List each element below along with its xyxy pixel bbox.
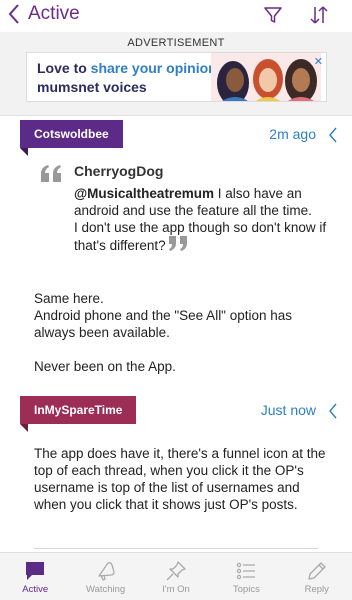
ad-banner[interactable]: Love to share your opinion? mumsnet voic…: [26, 52, 327, 102]
advertisement-label: ADVERTISEMENT: [127, 37, 225, 49]
username-tag[interactable]: Cotswoldbee: [20, 120, 123, 156]
pencil-icon: [308, 562, 326, 580]
advertisement-area: ADVERTISEMENT Love to share your opinion…: [0, 32, 352, 116]
post-body: Same here. Android phone and the "See Al…: [34, 290, 334, 375]
ad-headline: Love to share your opinion?: [37, 60, 225, 76]
chevron-left-icon[interactable]: [328, 126, 338, 144]
post-body-line: The app does have it, there's a funnel i…: [34, 446, 326, 512]
post-body-line: Android phone and the "See All" option h…: [34, 308, 293, 340]
tab-label: Active: [22, 584, 49, 595]
post-timestamp: 2m ago: [269, 126, 316, 142]
ad-illustration-women: [211, 53, 321, 101]
megaphone-icon: [97, 562, 115, 581]
quote-body: @Musicaltheatremum I also have an androi…: [74, 185, 334, 254]
post-body-line: Same here.: [34, 291, 104, 306]
divider: [34, 548, 318, 549]
back-label: Active: [28, 3, 80, 24]
filter-funnel-icon[interactable]: [263, 5, 283, 25]
ad-brand: mumsnet voices: [37, 79, 147, 95]
tab-topics[interactable]: Topics: [211, 553, 281, 600]
ad-headline-highlight: share your opinion?: [90, 60, 226, 76]
post-body-line: Never been on the App.: [34, 359, 176, 374]
chevron-left-icon: [8, 4, 19, 24]
open-quote-icon: [41, 165, 61, 182]
tab-active[interactable]: Active: [0, 553, 70, 600]
tab-label: Watching: [85, 584, 126, 595]
post-timestamp: Just now: [260, 402, 316, 418]
quote-text-line2: I don't use the app though so don't know…: [74, 220, 327, 253]
chat-icon: [26, 562, 45, 580]
quote-author: CherryogDog: [74, 163, 164, 179]
back-button[interactable]: Active: [8, 2, 80, 26]
username-tag[interactable]: InMySpareTime: [20, 396, 137, 432]
chevron-left-icon[interactable]: [328, 402, 338, 420]
post-body: The app does have it, there's a funnel i…: [34, 445, 334, 513]
pin-icon: [166, 561, 186, 581]
tab-reply[interactable]: Reply: [282, 553, 352, 600]
post-header: Cotswoldbee 2m ago: [0, 120, 352, 156]
post-body-spacer: [34, 341, 334, 358]
list-icon: [237, 562, 256, 580]
sort-arrows-icon[interactable]: [308, 4, 330, 26]
close-quote-icon: [168, 236, 187, 251]
ad-headline-prefix: Love to: [37, 60, 91, 76]
quote-mention[interactable]: @Musicaltheatremum: [74, 186, 214, 201]
tab-im-on[interactable]: I'm On: [141, 553, 211, 600]
tab-label: I'm On: [162, 584, 190, 595]
ad-close-icon[interactable]: ✕: [314, 55, 323, 68]
post-header: InMySpareTime Just now: [0, 396, 352, 432]
tab-label: Reply: [304, 584, 329, 595]
bottom-tab-bar: Active Watching I'm On Topics Reply: [0, 552, 352, 600]
tab-label: Topics: [232, 584, 260, 595]
tab-watching[interactable]: Watching: [70, 553, 140, 600]
top-navigation-bar: Active: [0, 0, 352, 32]
